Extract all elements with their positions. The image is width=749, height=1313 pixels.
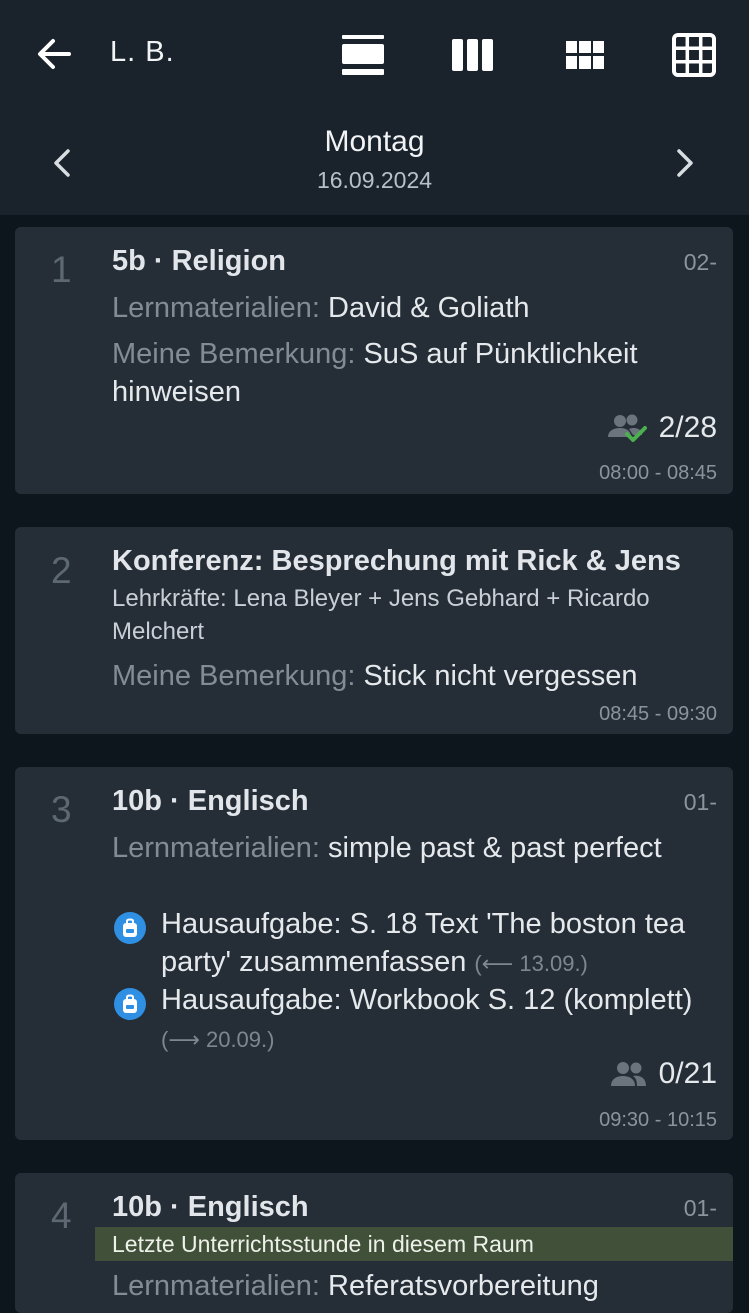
view-rows-button[interactable] [338, 30, 388, 80]
materials-value: Referatsvorbereitung [328, 1270, 599, 1302]
view-rows-icon [342, 35, 384, 75]
backpack-icon [114, 988, 146, 1020]
view-grid-large-button[interactable] [669, 30, 719, 80]
lesson-time: 08:00 - 08:45 [599, 462, 717, 484]
homework-text: Hausaufgabe: Workbook S. 12 (komplett) [161, 984, 693, 1016]
app-header: L. B. Montag 16.09.2024 [0, 0, 749, 215]
day-name: Montag [324, 125, 425, 158]
materials-value: David & Goliath [328, 292, 530, 324]
view-grid-small-button[interactable] [560, 30, 610, 80]
view-grid-large-icon [672, 33, 716, 77]
materials-label: Lernmaterialien: [112, 292, 320, 324]
user-name: L. B. [110, 36, 175, 68]
backpack-icon [114, 912, 146, 944]
attendance-count: 0/21 [658, 1057, 717, 1090]
attendance-count: 2/28 [658, 411, 717, 444]
attendance[interactable]: 2/28 [607, 411, 717, 445]
chevron-right-icon [677, 149, 693, 177]
last-lesson-banner: Letzte Unterrichtsstunde in diesem Raum [95, 1227, 733, 1261]
lesson-time: 09:30 - 10:15 [599, 1109, 717, 1131]
lesson-card[interactable]: 4 10b · Englisch 01- Letzte Unterrichtss… [15, 1173, 733, 1313]
lesson-number: 2 [51, 550, 72, 591]
room-label: 02- [683, 249, 717, 275]
homework-item[interactable]: Hausaufgabe: S. 18 Text 'The boston tea … [112, 905, 722, 983]
lesson-number: 4 [51, 1195, 72, 1236]
lesson-number: 3 [51, 789, 72, 830]
group-check-icon [607, 414, 647, 442]
homework-date: (⟵ 13.09.) [474, 951, 588, 976]
materials-line: Lernmaterialien: simple past & past perf… [112, 829, 722, 867]
remark-label: Meine Bemerkung: [112, 338, 356, 370]
lesson-title: 10b · Englisch [112, 785, 309, 817]
lesson-number: 1 [51, 249, 72, 290]
back-button[interactable] [30, 30, 78, 78]
lesson-card[interactable]: 3 10b · Englisch 01- Lernmaterialien: si… [15, 767, 733, 1140]
arrow-left-icon [38, 39, 71, 69]
lesson-title: 5b · Religion [112, 245, 286, 277]
lesson-card[interactable]: 2 Konferenz: Besprechung mit Rick & Jens… [15, 527, 733, 734]
lesson-title: 10b · Englisch [112, 1191, 309, 1223]
view-columns-button[interactable] [448, 30, 498, 80]
remark-value: Stick nicht vergessen [363, 660, 638, 692]
view-grid-small-icon [566, 41, 604, 69]
view-columns-icon [452, 39, 493, 71]
materials-value: simple past & past perfect [328, 832, 662, 864]
homework-text: Hausaufgabe: S. 18 Text 'The boston tea … [161, 908, 686, 978]
materials-label: Lernmaterialien: [112, 832, 320, 864]
remark-line: Meine Bemerkung: SuS auf Pünktlichkeit h… [112, 335, 722, 411]
remark-label: Meine Bemerkung: [112, 660, 356, 692]
homework-item[interactable]: Hausaufgabe: Workbook S. 12 (komplett) (… [112, 981, 722, 1059]
lesson-card[interactable]: 1 5b · Religion 02- Lernmaterialien: Dav… [15, 227, 733, 494]
day-date: 16.09.2024 [316, 167, 433, 193]
materials-line: Lernmaterialien: Referatsvorbereitung [112, 1267, 722, 1305]
materials-line: Lernmaterialien: David & Goliath [112, 289, 722, 327]
room-label: 01- [683, 1195, 717, 1221]
room-label: 01- [683, 789, 717, 815]
attendance[interactable]: 0/21 [610, 1057, 717, 1091]
lesson-title: Konferenz: Besprechung mit Rick & Jens [112, 545, 681, 577]
homework-date: (⟶ 20.09.) [161, 1027, 275, 1052]
materials-label: Lernmaterialien: [112, 1270, 320, 1302]
next-day-button[interactable] [660, 138, 710, 188]
remark-line: Meine Bemerkung: Stick nicht vergessen [112, 657, 722, 695]
group-icon [610, 1062, 646, 1086]
lesson-time: 08:45 - 09:30 [599, 703, 717, 725]
teachers-line: Lehrkräfte: Lena Bleyer + Jens Gebhard +… [112, 585, 650, 645]
